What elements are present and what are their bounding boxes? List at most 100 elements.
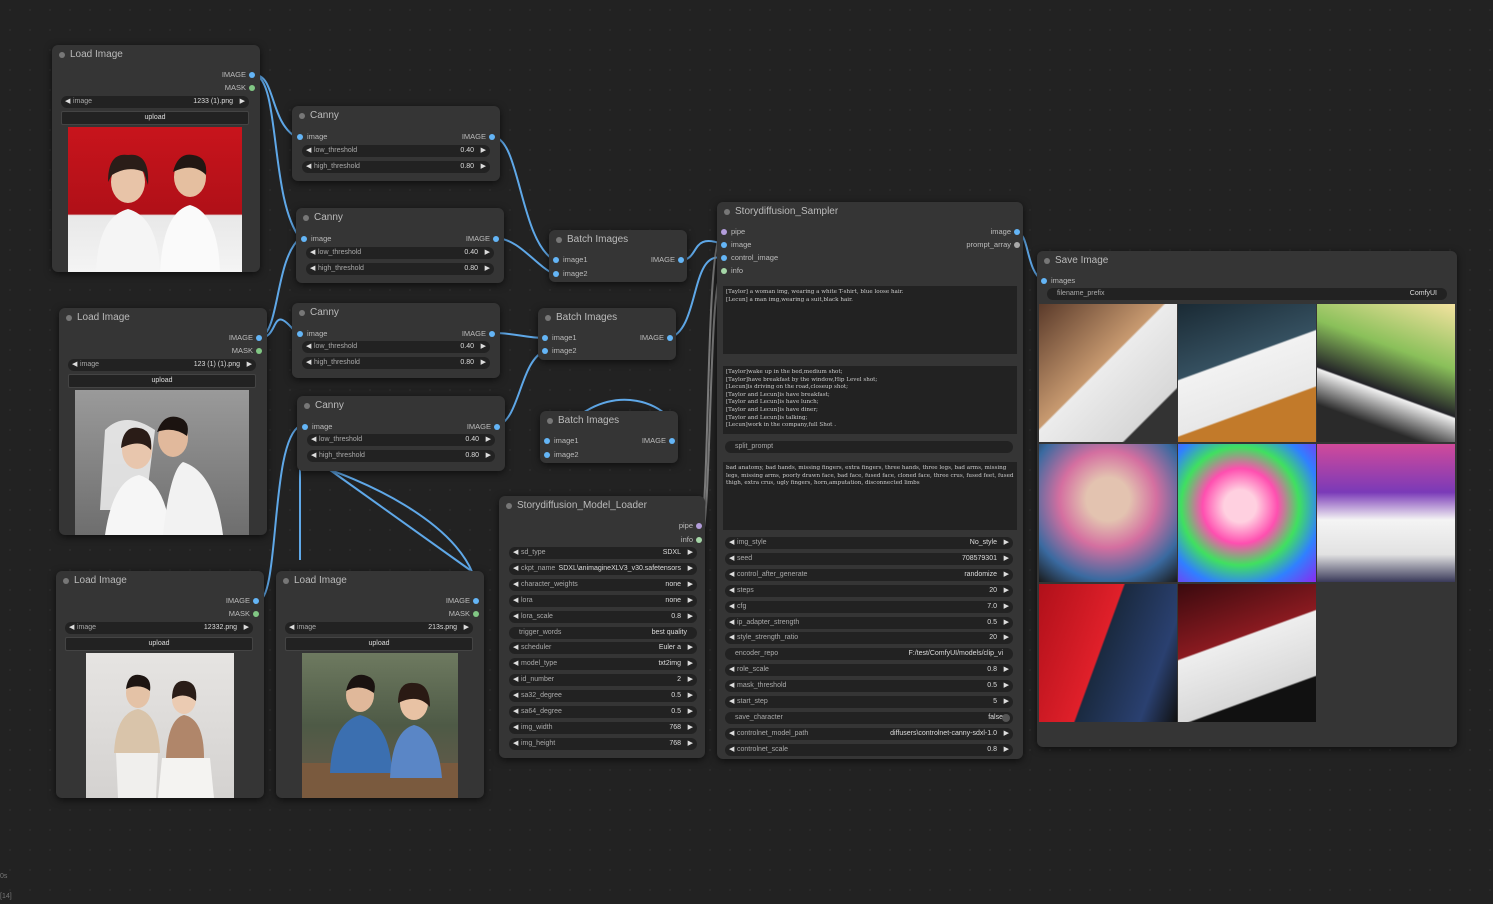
right-arrow-icon[interactable]: ▶ — [481, 341, 486, 353]
image-output[interactable]: IMAGE — [222, 70, 255, 80]
high-threshold-widget[interactable]: ◀ high_threshold 0.80 ▶ — [306, 263, 494, 275]
upload-button[interactable]: upload — [61, 111, 249, 125]
left-arrow-icon[interactable]: ◀ — [311, 434, 316, 446]
high-threshold-widget[interactable]: ◀ high_threshold 0.80 ▶ — [302, 161, 490, 173]
left-arrow-icon[interactable]: ◀ — [306, 341, 311, 353]
left-arrow-icon[interactable]: ◀ — [729, 744, 734, 756]
left-arrow-icon[interactable]: ◀ — [729, 585, 734, 597]
right-arrow-icon[interactable]: ▶ — [688, 738, 693, 750]
right-arrow-icon[interactable]: ▶ — [688, 579, 693, 591]
low-threshold-widget[interactable]: ◀ low_threshold 0.40 ▶ — [302, 341, 490, 353]
image-output[interactable]: IMAGE — [651, 255, 684, 265]
image-output[interactable]: IMAGE — [467, 422, 500, 432]
batch-images-node-2[interactable]: Batch Images image1 image2 IMAGE — [538, 308, 676, 360]
left-arrow-icon[interactable]: ◀ — [513, 722, 518, 734]
prompt-array-output[interactable]: prompt_array — [966, 240, 1020, 250]
output-image-8[interactable] — [1178, 584, 1316, 722]
left-arrow-icon[interactable]: ◀ — [513, 563, 518, 575]
seed-widget[interactable]: ◀ seed 708579301 ▶ — [725, 552, 1013, 565]
scene-prompt-textarea[interactable]: [Taylor]wake up in the bed,medium shot; … — [723, 366, 1017, 434]
output-image-2[interactable] — [1178, 304, 1316, 442]
upload-button[interactable]: upload — [68, 374, 256, 388]
right-arrow-icon[interactable]: ▶ — [244, 622, 249, 634]
control-image-input[interactable]: control_image — [721, 253, 778, 263]
image-output[interactable]: IMAGE — [462, 132, 495, 142]
high-threshold-widget[interactable]: ◀ high_threshold 0.80 ▶ — [302, 357, 490, 369]
right-arrow-icon[interactable]: ▶ — [688, 547, 693, 559]
left-arrow-icon[interactable]: ◀ — [729, 537, 734, 549]
image-output[interactable]: IMAGE — [640, 333, 673, 343]
right-arrow-icon[interactable]: ▶ — [1004, 553, 1009, 565]
img-height-widget[interactable]: ◀ img_height 768 ▶ — [509, 737, 697, 750]
right-arrow-icon[interactable]: ▶ — [688, 690, 693, 702]
node-title[interactable]: Load Image — [276, 571, 484, 591]
left-arrow-icon[interactable]: ◀ — [513, 690, 518, 702]
left-arrow-icon[interactable]: ◀ — [729, 680, 734, 692]
image1-input[interactable]: image1 — [542, 333, 577, 343]
node-title[interactable]: Load Image — [56, 571, 264, 591]
left-arrow-icon[interactable]: ◀ — [306, 145, 311, 157]
image2-input[interactable]: image2 — [553, 269, 588, 279]
batch-images-node-3[interactable]: Batch Images image1 image2 IMAGE — [540, 411, 678, 463]
left-arrow-icon[interactable]: ◀ — [69, 622, 74, 634]
node-title[interactable]: Save Image — [1037, 251, 1457, 271]
right-arrow-icon[interactable]: ▶ — [481, 357, 486, 369]
upload-button[interactable]: upload — [65, 637, 253, 651]
left-arrow-icon[interactable]: ◀ — [513, 611, 518, 623]
cfg-widget[interactable]: ◀ cfg 7.0 ▶ — [725, 600, 1013, 613]
left-arrow-icon[interactable]: ◀ — [729, 553, 734, 565]
save-image-node[interactable]: Save Image images filename_prefix ComfyUI — [1037, 251, 1457, 747]
image-input[interactable]: image — [721, 240, 751, 250]
right-arrow-icon[interactable]: ▶ — [485, 263, 490, 275]
low-threshold-widget[interactable]: ◀ low_threshold 0.40 ▶ — [302, 145, 490, 157]
node-title[interactable]: Canny — [292, 303, 500, 323]
mask-output[interactable]: MASK — [449, 609, 479, 619]
left-arrow-icon[interactable]: ◀ — [72, 359, 77, 371]
image-select[interactable]: ◀ image 213s.png ▶ — [285, 622, 473, 634]
sampler-node[interactable]: Storydiffusion_Sampler pipe image contro… — [717, 202, 1023, 759]
filename-prefix-input[interactable]: filename_prefix ComfyUI — [1047, 288, 1447, 300]
mask-output[interactable]: MASK — [225, 83, 255, 93]
character-prompt-textarea[interactable]: [Taylor] a woman img, wearing a white T-… — [723, 286, 1017, 354]
output-image-6[interactable] — [1317, 444, 1455, 582]
batch-images-node-1[interactable]: Batch Images image1 image2 IMAGE — [549, 230, 687, 282]
node-title[interactable]: Canny — [297, 396, 505, 416]
pipe-output[interactable]: pipe — [679, 521, 702, 531]
lora-scale-widget[interactable]: ◀ lora_scale 0.8 ▶ — [509, 610, 697, 623]
sa64-degree-widget[interactable]: ◀ sa64_degree 0.5 ▶ — [509, 706, 697, 718]
right-arrow-icon[interactable]: ▶ — [1004, 632, 1009, 644]
save-character-widget[interactable]: save_character false — [725, 711, 1013, 724]
model-loader-node[interactable]: Storydiffusion_Model_Loader pipe info ◀ s… — [499, 496, 705, 758]
mask-output[interactable]: MASK — [232, 346, 262, 356]
image2-input[interactable]: image2 — [544, 450, 579, 460]
image-output[interactable]: image — [991, 227, 1020, 237]
image-input[interactable]: image — [302, 422, 332, 432]
node-title[interactable]: Load Image — [52, 45, 260, 65]
image-input[interactable]: image — [301, 234, 331, 244]
image-output[interactable]: IMAGE — [226, 596, 259, 606]
right-arrow-icon[interactable]: ▶ — [1004, 680, 1009, 692]
left-arrow-icon[interactable]: ◀ — [729, 728, 734, 740]
right-arrow-icon[interactable]: ▶ — [688, 642, 693, 654]
left-arrow-icon[interactable]: ◀ — [311, 450, 316, 462]
right-arrow-icon[interactable]: ▶ — [1004, 664, 1009, 676]
img-width-widget[interactable]: ◀ img_width 768 ▶ — [509, 721, 697, 734]
high-threshold-widget[interactable]: ◀ high_threshold 0.80 ▶ — [307, 450, 495, 462]
output-image-7[interactable] — [1039, 584, 1177, 722]
node-title[interactable]: Batch Images — [538, 308, 676, 328]
right-arrow-icon[interactable]: ▶ — [688, 658, 693, 670]
left-arrow-icon[interactable]: ◀ — [513, 579, 518, 591]
left-arrow-icon[interactable]: ◀ — [513, 674, 518, 686]
style-strength-ratio-widget[interactable]: ◀ style_strength_ratio 20 ▶ — [725, 632, 1013, 645]
left-arrow-icon[interactable]: ◀ — [310, 263, 315, 275]
left-arrow-icon[interactable]: ◀ — [729, 696, 734, 708]
image1-input[interactable]: image1 — [544, 436, 579, 446]
left-arrow-icon[interactable]: ◀ — [310, 247, 315, 259]
right-arrow-icon[interactable]: ▶ — [1004, 744, 1009, 756]
ckpt-name-widget[interactable]: ◀ ckpt_name SDXL\animagineXLV3_v30.safeten… — [509, 562, 697, 575]
info-output[interactable]: info — [681, 535, 702, 545]
negative-prompt-textarea[interactable]: bad anatomy, bad hands, missing fingers,… — [723, 462, 1017, 530]
image-output[interactable]: IMAGE — [466, 234, 499, 244]
node-title[interactable]: Batch Images — [549, 230, 687, 250]
low-threshold-widget[interactable]: ◀ low_threshold 0.40 ▶ — [306, 247, 494, 259]
